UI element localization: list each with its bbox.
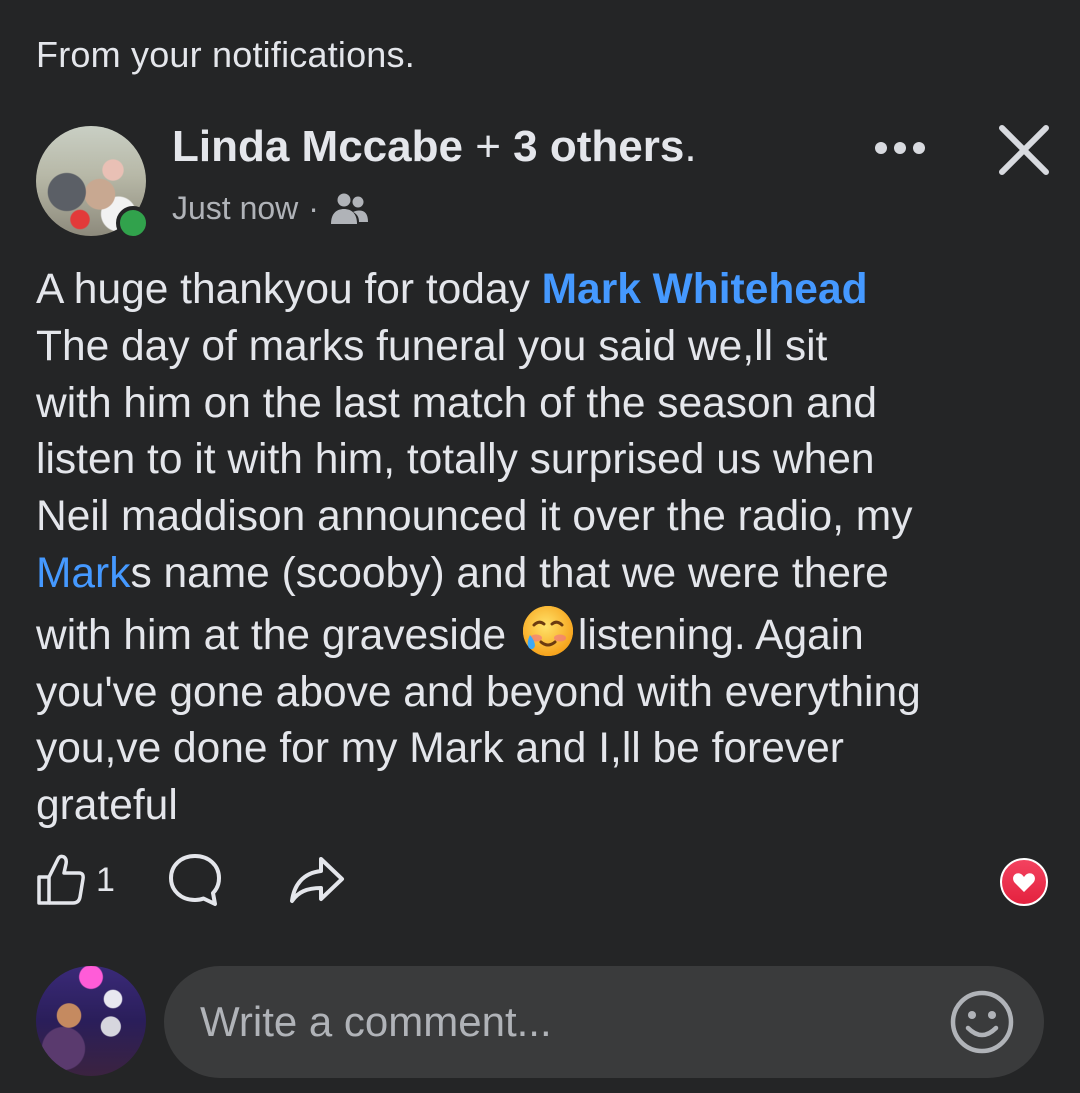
post-body-line: with him on the last match of the season…	[36, 379, 878, 427]
smiley-icon[interactable]	[948, 988, 1016, 1056]
comment-button[interactable]	[167, 852, 223, 908]
smiling-face-with-tear-emoji	[522, 605, 573, 656]
love-heart-icon	[1013, 873, 1035, 892]
post-timestamp[interactable]: Just now	[172, 190, 298, 227]
post-body-line: A huge thankyou for today Mark Whitehead	[36, 262, 1056, 319]
mention-mark-whitehead[interactable]: Mark Whitehead	[542, 266, 868, 313]
share-arrow-icon	[289, 857, 344, 903]
like-count: 1	[96, 860, 115, 899]
author-suffix: .	[684, 122, 697, 171]
author-plus-sign: +	[475, 122, 501, 171]
post-body-line: Neil maddison announced it over the radi…	[36, 493, 913, 541]
author-others-link[interactable]: 3 others	[513, 122, 684, 171]
post-body: A huge thankyou for today Mark Whitehead…	[36, 262, 1056, 835]
mention-mark[interactable]: Mark	[36, 550, 130, 597]
friends-icon[interactable]	[329, 191, 369, 227]
like-button[interactable]: 1	[36, 853, 115, 907]
post-body-line: listen to it with him, totally surprised…	[36, 436, 875, 484]
notification-source-label: From your notifications.	[36, 34, 415, 75]
post-meta: Just now ·	[172, 190, 369, 227]
share-button[interactable]	[289, 855, 345, 905]
comment-bubble-icon	[168, 854, 221, 906]
post-body-line: grateful	[36, 782, 178, 830]
comment-box[interactable]	[164, 966, 1044, 1078]
post-body-line: you,ve done for my Mark and I,ll be fore…	[36, 725, 844, 773]
thumbs-up-icon	[37, 854, 85, 905]
body-text: listening. Again	[577, 611, 864, 659]
post-author-heading: Linda Mccabe + 3 others.	[172, 122, 697, 172]
current-user-avatar[interactable]	[36, 966, 146, 1076]
close-button[interactable]	[992, 118, 1056, 182]
more-options-button[interactable]	[868, 126, 932, 170]
comment-input[interactable]	[200, 966, 920, 1078]
body-text: with him at the graveside	[36, 611, 518, 659]
post-body-line: Marks name (scooby) and that we were the…	[36, 546, 1056, 603]
notification-post-screen: From your notifications. Linda Mccabe + …	[0, 0, 1080, 1093]
meta-separator: ·	[308, 190, 319, 226]
close-icon	[999, 125, 1049, 175]
author-name-link[interactable]: Linda Mccabe	[172, 122, 463, 171]
post-body-line: you've gone above and beyond with everyt…	[36, 668, 921, 716]
more-dots-icon	[875, 142, 925, 154]
post-body-line: with him at the graveside listening. Aga…	[36, 603, 1056, 665]
post-body-line: The day of marks funeral you said we,ll …	[36, 322, 828, 370]
love-reaction-badge[interactable]	[1000, 858, 1048, 906]
online-status-dot	[116, 206, 150, 240]
author-avatar-container[interactable]	[36, 126, 150, 240]
body-text: A huge thankyou for today	[36, 266, 542, 313]
body-text: s name (scooby) and that we were there	[130, 549, 889, 597]
post-actions: 1	[36, 852, 345, 908]
